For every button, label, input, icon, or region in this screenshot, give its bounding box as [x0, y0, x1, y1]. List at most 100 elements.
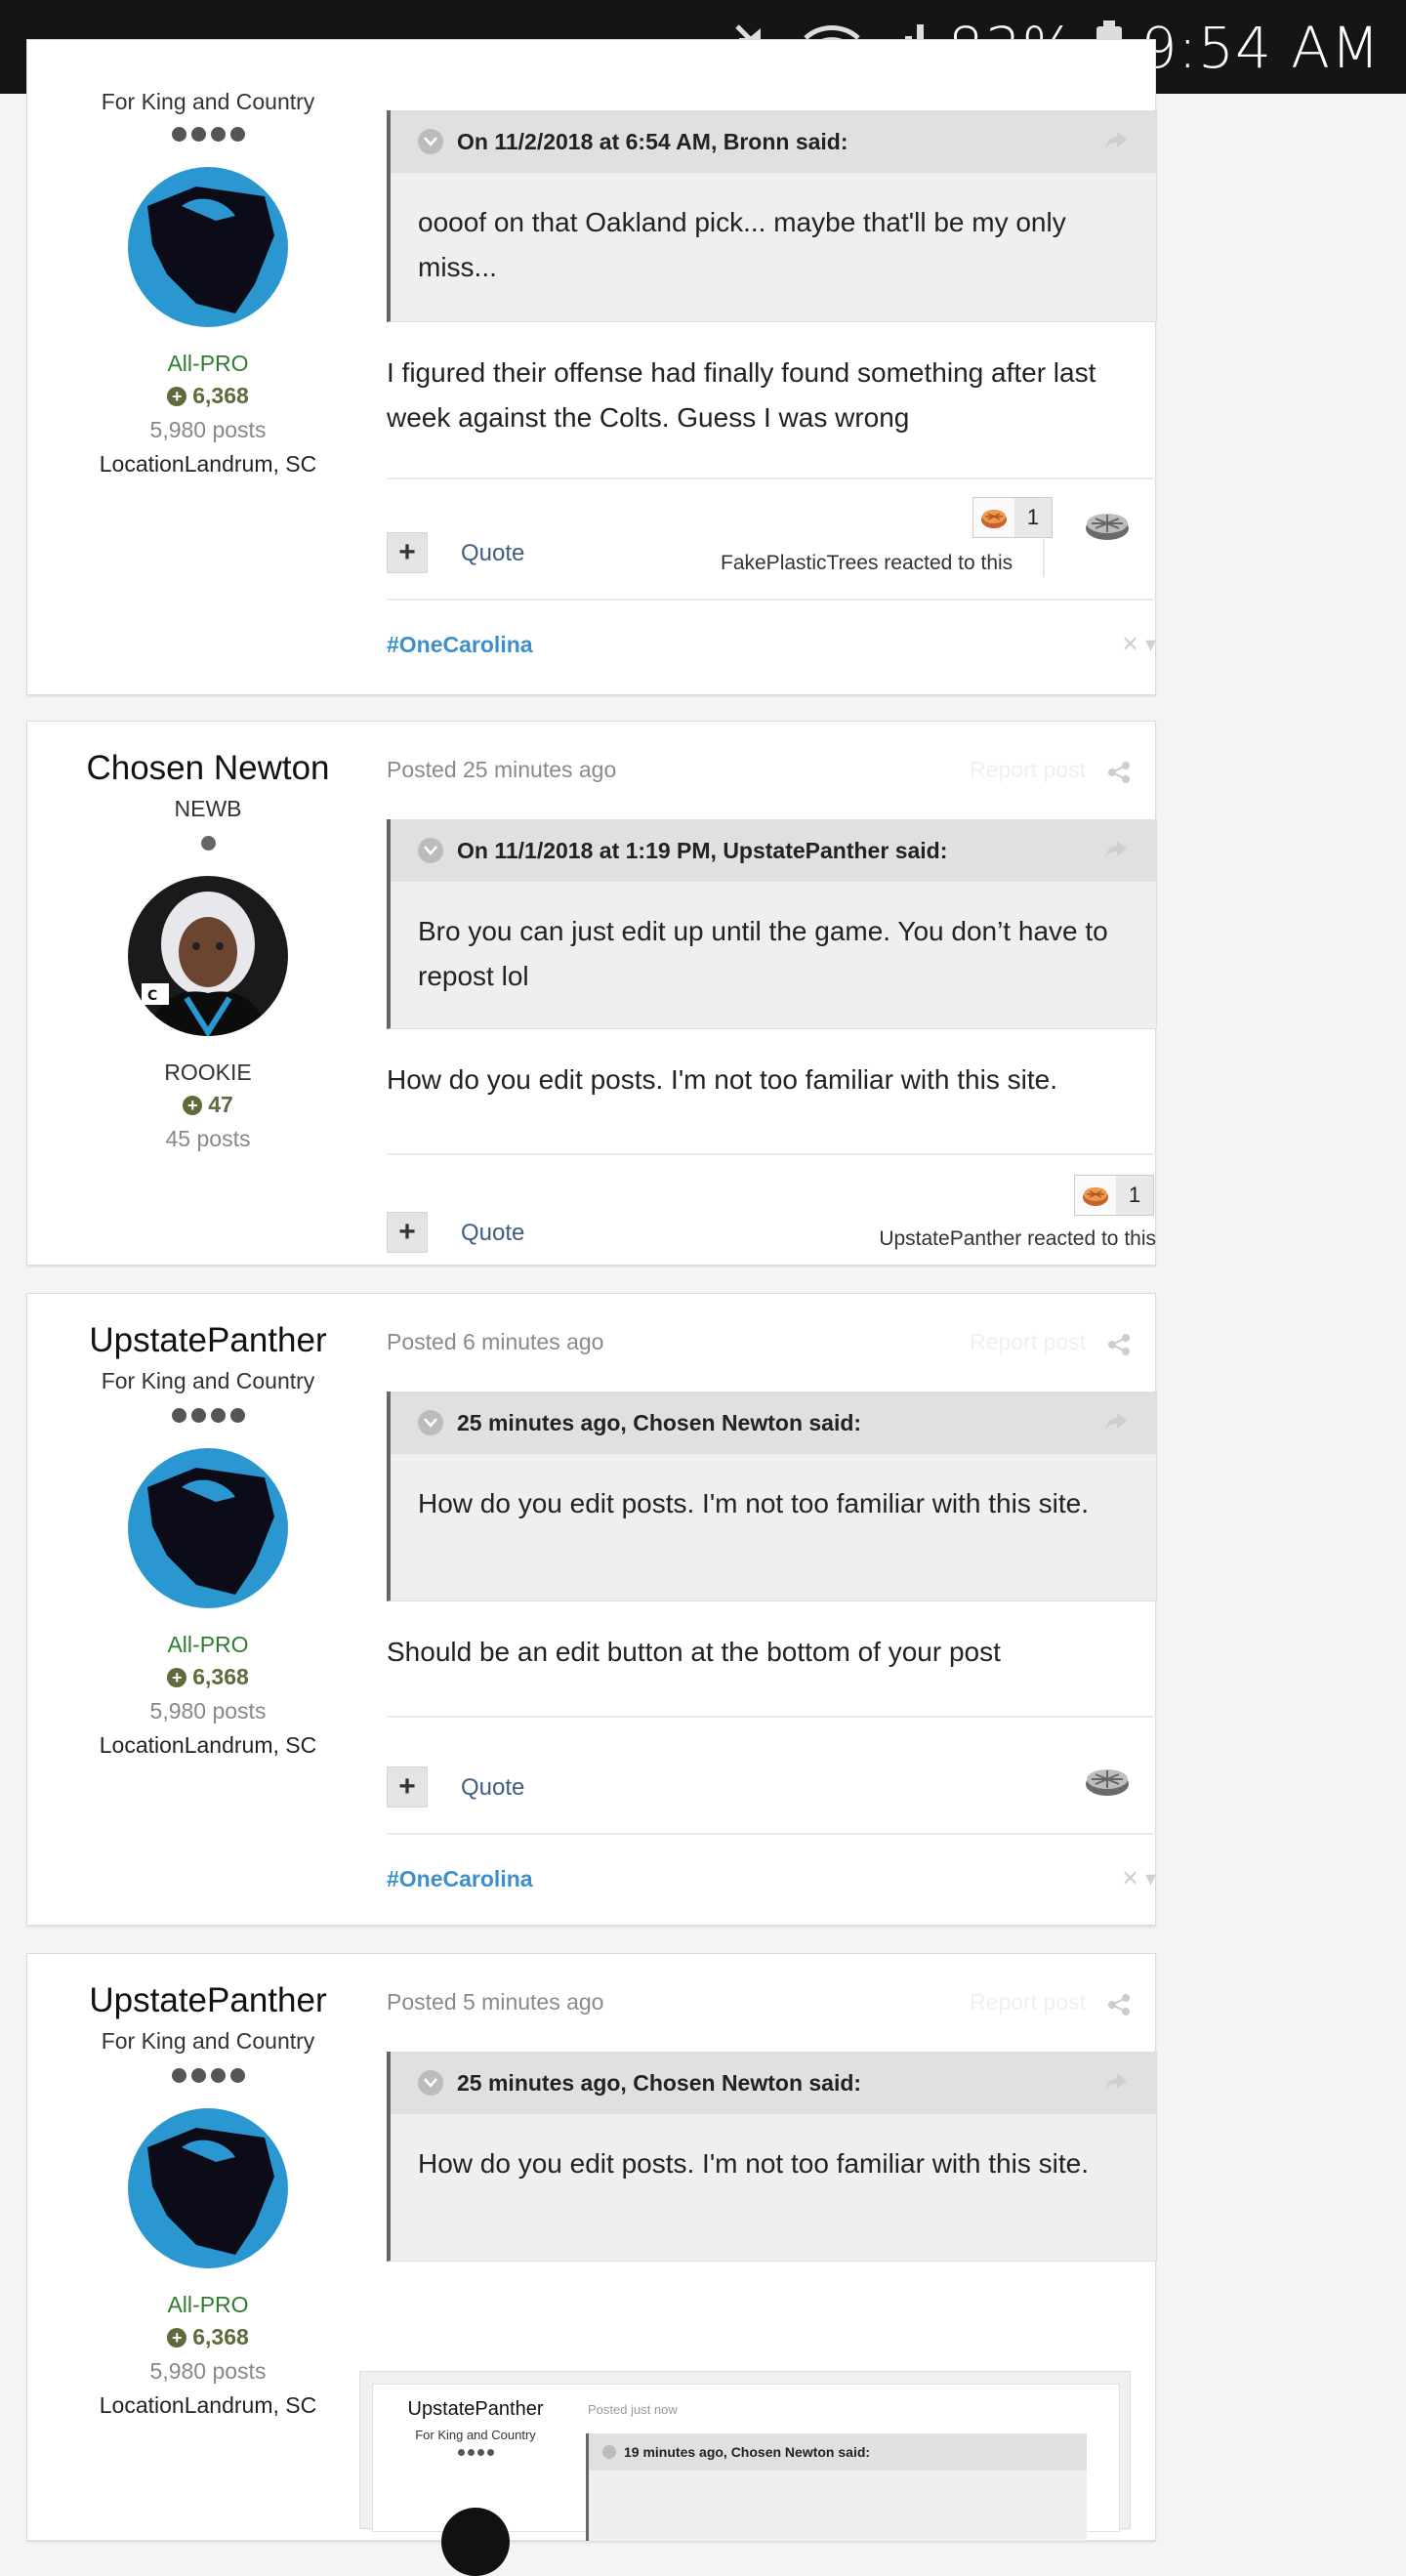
divider	[387, 1833, 1156, 1835]
embed-author-name: UpstatePanther	[407, 2398, 544, 2420]
post-content: Posted 6 minutes ago Report post 25 minu…	[387, 1329, 1157, 1891]
author-panel: UpstatePanther For King and Country All-…	[27, 1981, 389, 2419]
tag-menu-icon[interactable]: ✕ ▾	[1121, 1866, 1156, 1891]
reacted-text[interactable]: UpstatePanther reacted to this	[879, 1227, 1156, 1251]
reaction-count: 1	[1116, 1176, 1153, 1215]
separator	[1043, 497, 1045, 577]
blockquote: On 11/2/2018 at 6:54 AM, Bronn said: ooo…	[387, 110, 1157, 322]
add-button[interactable]: +	[387, 1212, 428, 1253]
avatar[interactable]: C	[128, 876, 288, 1036]
author-rank: For King and Country	[101, 1368, 315, 1393]
reputation-badge: +6,368	[27, 1664, 389, 1690]
quote-header[interactable]: 25 minutes ago, Chosen Newton said:	[391, 2052, 1156, 2114]
quote-citation: On 11/1/2018 at 1:19 PM, UpstatePanther …	[457, 837, 948, 863]
share-arrow-icon[interactable]	[1103, 839, 1129, 866]
reaction-badge[interactable]: 1	[1074, 1175, 1154, 1216]
embedded-post-preview: UpstatePanther For King and Country Post…	[372, 2384, 1120, 2576]
quote-header[interactable]: 25 minutes ago, Chosen Newton said:	[391, 1392, 1156, 1454]
chevron-down-icon[interactable]	[418, 1410, 443, 1435]
pie-react-icon[interactable]	[1084, 1765, 1131, 1803]
report-post-link[interactable]: Report post	[970, 1989, 1086, 2015]
share-icon[interactable]	[1107, 761, 1131, 789]
author-rank: For King and Country	[101, 89, 315, 114]
post-content: Posted 5 minutes ago Report post 25 minu…	[387, 1989, 1157, 2262]
reaction-badge[interactable]: 1	[972, 497, 1053, 538]
post-count: 5,980 posts	[149, 2358, 267, 2384]
plus-circle-icon: +	[167, 1667, 187, 1687]
chevron-down-icon[interactable]	[418, 838, 443, 863]
share-icon[interactable]	[1107, 1333, 1131, 1361]
embed-avatar	[441, 2508, 510, 2576]
post: For King and Country All-PRO +6,368 5,98…	[26, 39, 1157, 695]
pie-icon	[1075, 1176, 1116, 1215]
post-count: 45 posts	[165, 1126, 251, 1151]
rank-pips	[27, 127, 389, 142]
hashtag-link[interactable]: #OneCarolina	[387, 632, 533, 658]
quote-header[interactable]: On 11/1/2018 at 1:19 PM, UpstatePanther …	[391, 819, 1156, 882]
author-group: All-PRO	[167, 351, 249, 376]
author-rank: For King and Country	[101, 2028, 315, 2054]
reputation-count: 47	[208, 1092, 233, 1117]
chevron-down-icon	[602, 2445, 616, 2459]
share-arrow-icon[interactable]	[1103, 2071, 1129, 2098]
plus-circle-icon: +	[183, 1095, 203, 1115]
post: Chosen Newton NEWB C ROOKIE +47 45 posts…	[26, 721, 1157, 1266]
tag-menu-icon[interactable]: ✕ ▾	[1121, 632, 1156, 657]
quote-citation: 25 minutes ago, Chosen Newton said:	[457, 2069, 862, 2096]
author-location: LocationLandrum, SC	[99, 2392, 317, 2418]
avatar[interactable]	[128, 2108, 288, 2268]
quote-body: How do you edit posts. I'm not too famil…	[418, 1488, 1089, 1518]
author-name[interactable]: UpstatePanther	[27, 1981, 389, 2020]
share-arrow-icon[interactable]	[1103, 130, 1129, 157]
share-icon[interactable]	[1107, 1993, 1131, 2021]
pie-icon	[973, 498, 1014, 537]
blockquote: On 11/1/2018 at 1:19 PM, UpstatePanther …	[387, 819, 1157, 1029]
quote-citation: On 11/2/2018 at 6:54 AM, Bronn said:	[457, 128, 848, 154]
reputation-count: 6,368	[192, 2324, 249, 2349]
add-button[interactable]: +	[387, 532, 428, 573]
embed-quote-citation: 19 minutes ago, Chosen Newton said:	[624, 2444, 871, 2460]
quote-citation: 25 minutes ago, Chosen Newton said:	[457, 1409, 862, 1435]
plus-circle-icon: +	[167, 386, 187, 406]
chevron-down-icon[interactable]	[418, 129, 443, 154]
embed-posted-time: Posted just now	[588, 2402, 678, 2417]
divider	[387, 599, 1156, 601]
quote-header[interactable]: On 11/2/2018 at 6:54 AM, Bronn said:	[391, 110, 1156, 173]
quote-body: How do you edit posts. I'm not too famil…	[418, 2148, 1089, 2179]
blockquote: 25 minutes ago, Chosen Newton said: How …	[387, 1392, 1157, 1601]
author-location: LocationLandrum, SC	[99, 451, 317, 477]
svg-text:C: C	[147, 988, 157, 1004]
reacted-text[interactable]: FakePlasticTrees reacted to this	[721, 552, 1013, 575]
post-body: Should be an edit button at the bottom o…	[387, 1637, 1001, 1667]
author-group: All-PRO	[167, 1632, 249, 1657]
report-post-link[interactable]: Report post	[970, 757, 1086, 783]
reputation-count: 6,368	[192, 1664, 249, 1689]
author-group: All-PRO	[167, 2292, 249, 2317]
reaction-count: 1	[1014, 498, 1052, 537]
chevron-down-icon[interactable]	[418, 2070, 443, 2096]
divider	[387, 478, 1156, 479]
add-button[interactable]: +	[387, 1766, 428, 1807]
quote-button[interactable]: Quote	[461, 1220, 524, 1247]
report-post-link[interactable]: Report post	[970, 1329, 1086, 1355]
author-name[interactable]: UpstatePanther	[27, 1321, 389, 1360]
embedded-screenshot[interactable]: UpstatePanther For King and Country Post…	[359, 2371, 1131, 2576]
rank-pips	[27, 1408, 389, 1423]
pie-react-icon[interactable]	[1084, 509, 1131, 547]
post-body: I figured their offense had finally foun…	[387, 357, 1096, 433]
avatar[interactable]	[128, 167, 288, 327]
post-count: 5,980 posts	[149, 417, 267, 442]
quote-button[interactable]: Quote	[461, 1774, 524, 1802]
author-panel: For King and Country All-PRO +6,368 5,98…	[27, 89, 389, 478]
embed-quote-header: 19 minutes ago, Chosen Newton said:	[589, 2433, 1087, 2471]
avatar[interactable]	[128, 1448, 288, 1608]
hashtag-link[interactable]: #OneCarolina	[387, 1866, 533, 1892]
author-name[interactable]: Chosen Newton	[27, 749, 389, 788]
reputation-badge: +6,368	[27, 383, 389, 409]
author-group: ROOKIE	[164, 1059, 252, 1085]
divider	[387, 1716, 1156, 1718]
author-location: LocationLandrum, SC	[99, 1732, 317, 1758]
quote-body: Bro you can just edit up until the game.…	[418, 916, 1108, 991]
quote-button[interactable]: Quote	[461, 540, 524, 567]
share-arrow-icon[interactable]	[1103, 1411, 1129, 1438]
